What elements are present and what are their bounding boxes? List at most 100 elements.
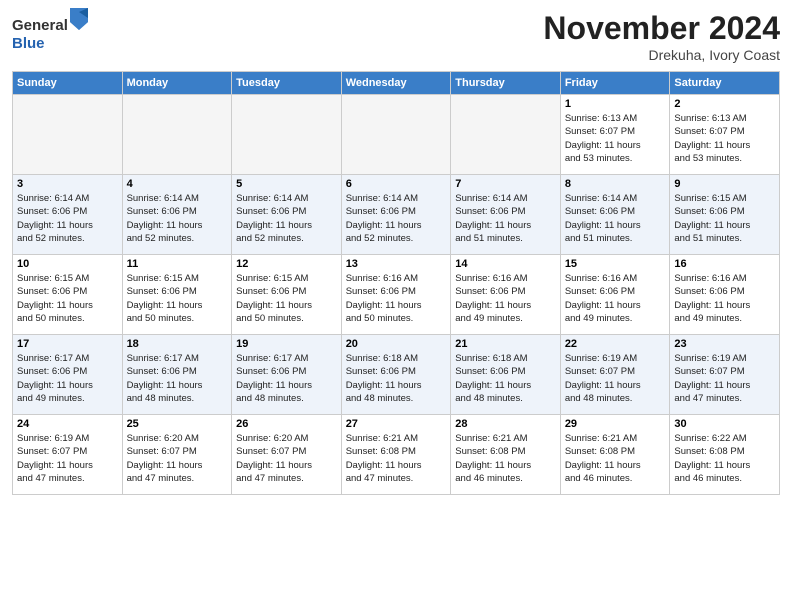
location: Drekuha, Ivory Coast bbox=[543, 47, 780, 63]
calendar-week-row: 10Sunrise: 6:15 AM Sunset: 6:06 PM Dayli… bbox=[13, 255, 780, 335]
calendar-day-cell: 4Sunrise: 6:14 AM Sunset: 6:06 PM Daylig… bbox=[122, 175, 232, 255]
calendar-day-cell: 10Sunrise: 6:15 AM Sunset: 6:06 PM Dayli… bbox=[13, 255, 123, 335]
col-tuesday: Tuesday bbox=[232, 72, 342, 95]
col-wednesday: Wednesday bbox=[341, 72, 451, 95]
calendar-day-cell bbox=[451, 95, 561, 175]
col-saturday: Saturday bbox=[670, 72, 780, 95]
day-number: 15 bbox=[565, 258, 666, 270]
day-info: Sunrise: 6:15 AM Sunset: 6:06 PM Dayligh… bbox=[17, 272, 118, 325]
calendar-day-cell: 27 Sunrise: 6:21 AM Sunset: 6:08 PM Dayli… bbox=[341, 415, 451, 495]
day-number: 24 bbox=[17, 418, 118, 430]
calendar-day-cell: 13 Sunrise: 6:16 AM Sunset: 6:06 PM Dayli… bbox=[341, 255, 451, 335]
day-info: Sunrise: 6:19 AM Sunset: 6:07 PM Dayligh… bbox=[674, 352, 775, 405]
day-number: 2 bbox=[674, 98, 775, 110]
day-number: 5 bbox=[236, 178, 337, 190]
page-container: General Blue November 2024 Drekuha, Ivor… bbox=[0, 0, 792, 501]
calendar-day-cell: 9 Sunrise: 6:15 AM Sunset: 6:06 PM Daylig… bbox=[670, 175, 780, 255]
day-info: Sunrise: 6:14 AM Sunset: 6:06 PM Dayligh… bbox=[455, 192, 556, 245]
day-number: 20 bbox=[346, 338, 447, 350]
calendar-day-cell bbox=[13, 95, 123, 175]
day-number: 1 bbox=[565, 98, 666, 110]
day-info: Sunrise: 6:14 AM Sunset: 6:06 PM Dayligh… bbox=[346, 192, 447, 245]
month-title: November 2024 bbox=[543, 10, 780, 47]
calendar-day-cell: 7 Sunrise: 6:14 AM Sunset: 6:06 PM Daylig… bbox=[451, 175, 561, 255]
col-thursday: Thursday bbox=[451, 72, 561, 95]
day-number: 7 bbox=[455, 178, 556, 190]
calendar-day-cell: 21Sunrise: 6:18 AM Sunset: 6:06 PM Dayli… bbox=[451, 335, 561, 415]
day-number: 11 bbox=[127, 258, 228, 270]
logo-blue: Blue bbox=[12, 35, 45, 52]
day-info: Sunrise: 6:18 AM Sunset: 6:06 PM Dayligh… bbox=[455, 352, 556, 405]
title-area: November 2024 Drekuha, Ivory Coast bbox=[543, 10, 780, 63]
day-info: Sunrise: 6:13 AM Sunset: 6:07 PM Dayligh… bbox=[674, 112, 775, 165]
day-number: 22 bbox=[565, 338, 666, 350]
calendar-week-row: 17 Sunrise: 6:17 AM Sunset: 6:06 PM Dayli… bbox=[13, 335, 780, 415]
day-info: Sunrise: 6:14 AM Sunset: 6:06 PM Dayligh… bbox=[236, 192, 337, 245]
calendar-day-cell: 16 Sunrise: 6:16 AM Sunset: 6:06 PM Dayli… bbox=[670, 255, 780, 335]
day-info: Sunrise: 6:13 AM Sunset: 6:07 PM Dayligh… bbox=[565, 112, 666, 165]
day-info: Sunrise: 6:21 AM Sunset: 6:08 PM Dayligh… bbox=[346, 432, 447, 485]
calendar-day-cell bbox=[341, 95, 451, 175]
day-number: 16 bbox=[674, 258, 775, 270]
day-number: 17 bbox=[17, 338, 118, 350]
calendar-day-cell: 24 Sunrise: 6:19 AM Sunset: 6:07 PM Dayli… bbox=[13, 415, 123, 495]
col-sunday: Sunday bbox=[13, 72, 123, 95]
day-number: 9 bbox=[674, 178, 775, 190]
calendar-day-cell: 8 Sunrise: 6:14 AM Sunset: 6:06 PM Daylig… bbox=[560, 175, 670, 255]
calendar-day-cell: 18Sunrise: 6:17 AM Sunset: 6:06 PM Dayli… bbox=[122, 335, 232, 415]
logo: General Blue bbox=[12, 10, 88, 53]
day-info: Sunrise: 6:15 AM Sunset: 6:06 PM Dayligh… bbox=[127, 272, 228, 325]
calendar-day-cell: 28 Sunrise: 6:21 AM Sunset: 6:08 PM Dayli… bbox=[451, 415, 561, 495]
day-info: Sunrise: 6:16 AM Sunset: 6:06 PM Dayligh… bbox=[565, 272, 666, 325]
day-info: Sunrise: 6:14 AM Sunset: 6:06 PM Dayligh… bbox=[565, 192, 666, 245]
day-info: Sunrise: 6:17 AM Sunset: 6:06 PM Dayligh… bbox=[17, 352, 118, 405]
calendar-day-cell: 15 Sunrise: 6:16 AM Sunset: 6:06 PM Dayli… bbox=[560, 255, 670, 335]
calendar-day-cell: 1 Sunrise: 6:13 AM Sunset: 6:07 PM Daylig… bbox=[560, 95, 670, 175]
day-info: Sunrise: 6:21 AM Sunset: 6:08 PM Dayligh… bbox=[565, 432, 666, 485]
day-number: 3 bbox=[17, 178, 118, 190]
day-number: 18 bbox=[127, 338, 228, 350]
calendar-table: Sunday Monday Tuesday Wednesday Thursday… bbox=[12, 71, 780, 495]
calendar-day-cell: 29 Sunrise: 6:21 AM Sunset: 6:08 PM Dayli… bbox=[560, 415, 670, 495]
day-info: Sunrise: 6:15 AM Sunset: 6:06 PM Dayligh… bbox=[236, 272, 337, 325]
calendar-day-cell: 23 Sunrise: 6:19 AM Sunset: 6:07 PM Dayli… bbox=[670, 335, 780, 415]
day-number: 12 bbox=[236, 258, 337, 270]
calendar-header-row: Sunday Monday Tuesday Wednesday Thursday… bbox=[13, 72, 780, 95]
calendar-day-cell bbox=[232, 95, 342, 175]
calendar-day-cell: 22Sunrise: 6:19 AM Sunset: 6:07 PM Dayli… bbox=[560, 335, 670, 415]
day-number: 13 bbox=[346, 258, 447, 270]
calendar-day-cell: 19Sunrise: 6:17 AM Sunset: 6:06 PM Dayli… bbox=[232, 335, 342, 415]
day-info: Sunrise: 6:15 AM Sunset: 6:06 PM Dayligh… bbox=[674, 192, 775, 245]
day-info: Sunrise: 6:14 AM Sunset: 6:06 PM Dayligh… bbox=[127, 192, 228, 245]
day-number: 14 bbox=[455, 258, 556, 270]
calendar-day-cell: 6 Sunrise: 6:14 AM Sunset: 6:06 PM Daylig… bbox=[341, 175, 451, 255]
day-number: 8 bbox=[565, 178, 666, 190]
day-info: Sunrise: 6:20 AM Sunset: 6:07 PM Dayligh… bbox=[236, 432, 337, 485]
calendar-day-cell: 26Sunrise: 6:20 AM Sunset: 6:07 PM Dayli… bbox=[232, 415, 342, 495]
day-info: Sunrise: 6:16 AM Sunset: 6:06 PM Dayligh… bbox=[346, 272, 447, 325]
calendar-day-cell: 30 Sunrise: 6:22 AM Sunset: 6:08 PM Dayli… bbox=[670, 415, 780, 495]
day-info: Sunrise: 6:19 AM Sunset: 6:07 PM Dayligh… bbox=[17, 432, 118, 485]
day-number: 27 bbox=[346, 418, 447, 430]
day-number: 29 bbox=[565, 418, 666, 430]
calendar-week-row: 24 Sunrise: 6:19 AM Sunset: 6:07 PM Dayli… bbox=[13, 415, 780, 495]
day-number: 19 bbox=[236, 338, 337, 350]
calendar-day-cell: 17 Sunrise: 6:17 AM Sunset: 6:06 PM Dayli… bbox=[13, 335, 123, 415]
logo-icon bbox=[70, 8, 88, 30]
day-number: 23 bbox=[674, 338, 775, 350]
day-number: 25 bbox=[127, 418, 228, 430]
calendar-day-cell: 3Sunrise: 6:14 AM Sunset: 6:06 PM Daylig… bbox=[13, 175, 123, 255]
day-info: Sunrise: 6:16 AM Sunset: 6:06 PM Dayligh… bbox=[674, 272, 775, 325]
calendar-day-cell: 12 Sunrise: 6:15 AM Sunset: 6:06 PM Dayli… bbox=[232, 255, 342, 335]
day-info: Sunrise: 6:18 AM Sunset: 6:06 PM Dayligh… bbox=[346, 352, 447, 405]
day-info: Sunrise: 6:22 AM Sunset: 6:08 PM Dayligh… bbox=[674, 432, 775, 485]
day-number: 6 bbox=[346, 178, 447, 190]
col-friday: Friday bbox=[560, 72, 670, 95]
day-info: Sunrise: 6:16 AM Sunset: 6:06 PM Dayligh… bbox=[455, 272, 556, 325]
day-info: Sunrise: 6:20 AM Sunset: 6:07 PM Dayligh… bbox=[127, 432, 228, 485]
day-info: Sunrise: 6:21 AM Sunset: 6:08 PM Dayligh… bbox=[455, 432, 556, 485]
day-number: 28 bbox=[455, 418, 556, 430]
logo-general: General bbox=[12, 17, 68, 34]
calendar-day-cell: 11 Sunrise: 6:15 AM Sunset: 6:06 PM Dayli… bbox=[122, 255, 232, 335]
day-number: 30 bbox=[674, 418, 775, 430]
